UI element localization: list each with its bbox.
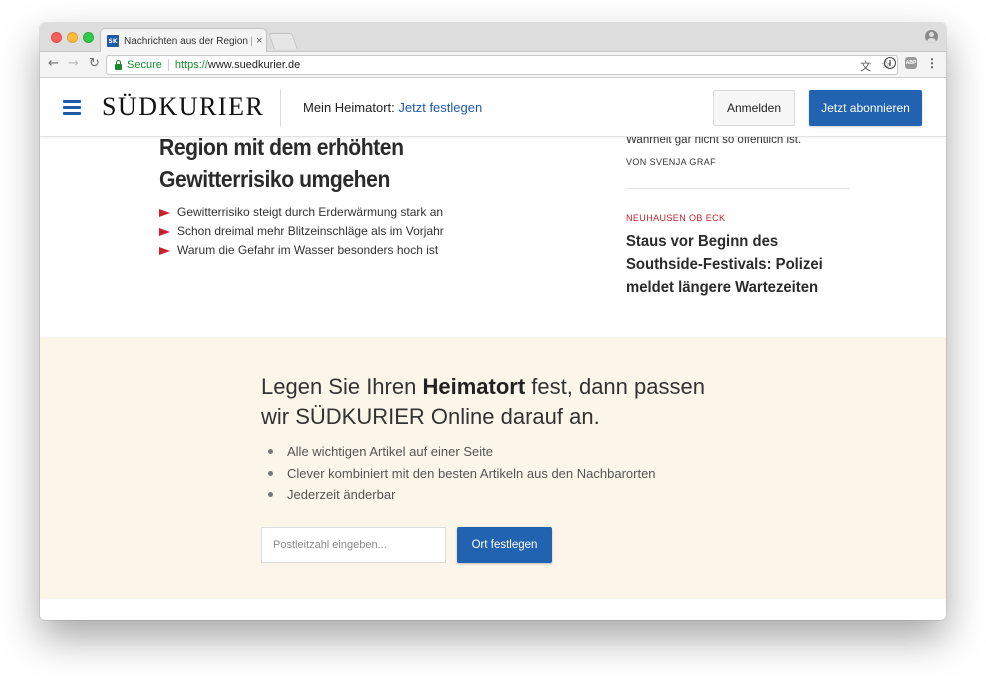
main-headline-line-2: Gewitterrisiko umgehen — [159, 166, 390, 192]
bullet-text: Gewitterrisiko steigt durch Erderwärmung… — [177, 205, 444, 219]
browser-window: SK Nachrichten aus der Region | S × ← → … — [40, 23, 946, 620]
close-window-button[interactable] — [51, 32, 62, 43]
tab-title: Nachrichten aus der Region | S — [124, 35, 252, 47]
site-logo[interactable]: SÜDKURIER — [102, 92, 264, 122]
hamburger-menu-icon[interactable] — [63, 100, 81, 115]
maximize-window-button[interactable] — [83, 32, 94, 43]
header-divider — [280, 89, 281, 127]
profile-icon[interactable] — [925, 30, 938, 43]
browser-toolbar: ← → ↻ Secure https:// www.suedkurier.de … — [40, 52, 946, 78]
benefit-text: Alle wichtigen Artikel auf einer Seite — [287, 444, 493, 459]
set-location-button[interactable]: Ort festlegen — [457, 527, 552, 563]
promo-title-part-1: Legen Sie Ihren — [261, 374, 423, 399]
red-arrow-icon — [159, 246, 170, 255]
url-scheme: https:// — [174, 59, 208, 71]
promo-title: Legen Sie Ihren Heimatort fest, dann pas… — [261, 372, 721, 432]
red-arrow-icon — [159, 208, 170, 217]
web-page: SÜDKURIER Mein Heimatort: Jetzt festlege… — [40, 79, 946, 620]
side-article-headline[interactable]: Staus vor Beginn des Southside-Festivals… — [626, 230, 849, 299]
tab-strip: SK Nachrichten aus der Region | S × — [40, 23, 946, 53]
info-icon[interactable]: i — [884, 57, 896, 69]
secure-label: Secure — [127, 59, 162, 71]
extension-icons: i ABP ⋮ — [884, 57, 938, 69]
side-divider — [626, 188, 850, 189]
bullet-text: Schon dreimal mehr Blitzeinschläge als i… — [177, 224, 444, 238]
bullet-text: Warum die Gefahr im Wasser besonders hoc… — [177, 243, 439, 257]
reload-icon[interactable]: ↻ — [89, 56, 100, 72]
site-header: SÜDKURIER Mein Heimatort: Jetzt festlege… — [40, 79, 946, 137]
article-author: VON SVENJA GRAF — [626, 157, 717, 167]
main-article-headline[interactable]: Region mit dem erhöhten Gewitterrisiko u… — [159, 131, 435, 195]
red-arrow-icon — [159, 227, 170, 236]
list-item[interactable]: Warum die Gefahr im Wasser besonders hoc… — [159, 241, 444, 260]
benefit-text: Jederzeit änderbar — [287, 487, 396, 502]
tab-close-icon[interactable]: × — [256, 35, 262, 47]
favicon-icon: SK — [107, 35, 119, 47]
heimatort-promo: Legen Sie Ihren Heimatort fest, dann pas… — [40, 337, 946, 599]
translate-icon[interactable]: 文 — [860, 58, 871, 74]
browser-menu-icon[interactable]: ⋮ — [926, 57, 938, 69]
list-item[interactable]: Gewitterrisiko steigt durch Erderwärmung… — [159, 203, 444, 222]
subscribe-button[interactable]: Jetzt abonnieren — [809, 90, 922, 126]
list-item: Clever kombiniert mit den besten Artikel… — [268, 463, 656, 485]
omnibox-separator — [167, 59, 169, 71]
article-kicker[interactable]: NEUHAUSEN OB ECK — [626, 213, 725, 223]
url-host: www.suedkurier.de — [207, 59, 301, 71]
heimatort-label: Mein Heimatort: — [303, 100, 395, 115]
list-item[interactable]: Schon dreimal mehr Blitzeinschläge als i… — [159, 222, 444, 241]
browser-tab-active[interactable]: SK Nachrichten aus der Region | S × — [100, 28, 267, 53]
promo-benefits: Alle wichtigen Artikel auf einer Seite C… — [268, 441, 656, 506]
main-article-bullets: Gewitterrisiko steigt durch Erderwärmung… — [159, 203, 444, 260]
new-tab-button[interactable] — [268, 33, 298, 49]
login-button[interactable]: Anmelden — [713, 90, 795, 126]
address-bar[interactable]: Secure https:// www.suedkurier.de 文 ☆ — [106, 55, 898, 75]
lock-icon — [115, 59, 122, 70]
minimize-window-button[interactable] — [67, 32, 78, 43]
bullet-dot-icon — [268, 470, 273, 476]
list-item: Jederzeit änderbar — [268, 484, 656, 506]
list-item: Alle wichtigen Artikel auf einer Seite — [268, 441, 656, 463]
back-arrow-icon[interactable]: ← — [48, 56, 59, 72]
heimatort-prompt: Mein Heimatort: Jetzt festlegen — [303, 100, 482, 115]
adblock-icon[interactable]: ABP — [905, 57, 917, 69]
bullet-dot-icon — [268, 492, 273, 498]
bullet-dot-icon — [268, 449, 273, 455]
benefit-text: Clever kombiniert mit den besten Artikel… — [287, 465, 656, 481]
heimatort-set-link[interactable]: Jetzt festlegen — [398, 100, 482, 115]
postal-code-input[interactable] — [261, 527, 446, 563]
forward-arrow-icon[interactable]: → — [68, 56, 79, 72]
promo-title-bold: Heimatort — [422, 374, 526, 399]
